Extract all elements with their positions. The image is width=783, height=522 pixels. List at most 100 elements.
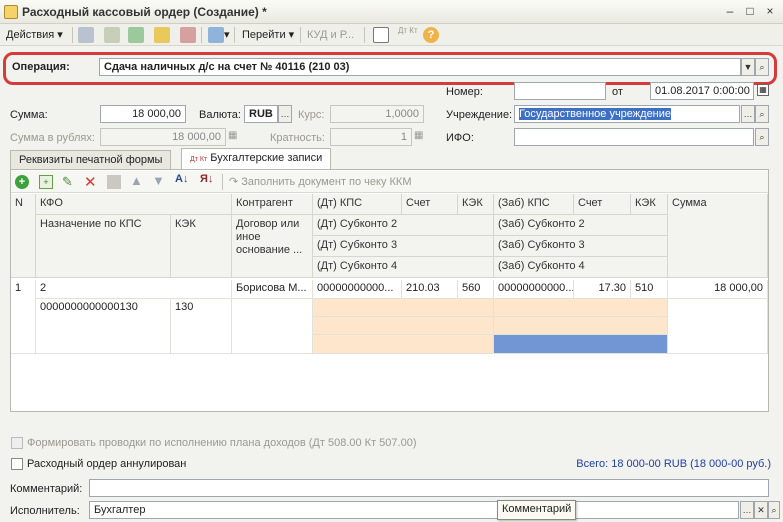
delete-row-icon[interactable]: ✕ (84, 173, 97, 191)
col-header-dt-kek[interactable]: КЭК (458, 194, 494, 215)
cell-kt-sub3[interactable] (494, 317, 668, 335)
currency-select-button[interactable]: … (278, 105, 292, 123)
col-header-kt-kps[interactable]: (Заб) КПС (494, 194, 574, 215)
tab-accounting-entries[interactable]: Дт Кт Бухгалтерские записи (181, 148, 332, 170)
col-header-dt-sub4[interactable]: (Дт) Субконто 4 (313, 257, 494, 278)
col-header-sum[interactable]: Сумма (668, 194, 768, 278)
go-icon[interactable] (208, 27, 224, 43)
chevron-down-icon: ▾ (288, 29, 295, 41)
cell-dt-sub3[interactable] (313, 317, 494, 335)
rate-field[interactable]: 1,0000 (330, 105, 424, 123)
cell-kfo[interactable]: 2 (36, 280, 232, 299)
currency-field[interactable]: RUB (244, 105, 278, 123)
cell-sum-empty[interactable] (668, 299, 768, 354)
edit-row-icon[interactable]: ✎ (62, 174, 73, 190)
help-icon[interactable]: ? (423, 27, 439, 43)
post-icon[interactable] (78, 27, 94, 43)
maximize-button[interactable]: □ (742, 4, 758, 19)
cell-kt-kps[interactable]: 00000000000... (494, 280, 574, 299)
print-icon[interactable] (180, 27, 196, 43)
cell-sum[interactable]: 18 000,00 (668, 280, 768, 299)
number-field[interactable] (514, 82, 606, 100)
cell-purpose[interactable]: 0000000000000130 (36, 299, 171, 354)
cell-dt-sub4[interactable] (313, 335, 494, 354)
col-header-dt-sub2[interactable]: (Дт) Субконто 2 (313, 215, 494, 236)
kud-button[interactable]: КУД и Р... (307, 27, 354, 43)
save-icon[interactable] (154, 27, 170, 43)
dtkt-icon[interactable]: Дт Кт (398, 27, 418, 43)
ifo-search-icon[interactable]: ⌕ (755, 128, 769, 146)
sort-asc-icon[interactable]: A↓ (175, 173, 188, 185)
entries-table[interactable]: N КФО Назначение по КПС КЭК Контрагент Д… (11, 194, 768, 411)
sum-rub-field[interactable]: 18 000,00 (100, 128, 226, 146)
actions-menu[interactable]: Действия ▾ (6, 27, 63, 43)
col-header-dt-account[interactable]: Счет (402, 194, 458, 215)
goto-menu[interactable]: Перейти ▾ (242, 27, 294, 43)
tab-print-details[interactable]: Реквизиты печатной формы (10, 150, 172, 170)
col-header-n[interactable]: N (11, 194, 36, 278)
minimize-button[interactable]: – (722, 4, 738, 19)
cell-contract[interactable] (232, 299, 313, 354)
col-header-kt-sub2[interactable]: (Заб) Субконто 2 (494, 215, 668, 236)
actions-label: Действия (6, 29, 55, 41)
col-header-kfo[interactable]: КФО (36, 194, 232, 215)
col-header-kt-account[interactable]: Счет (574, 194, 631, 215)
cell-kt-kek[interactable]: 510 (631, 280, 668, 299)
multiplicity-field[interactable]: 1 (330, 128, 412, 146)
comment-field[interactable] (89, 479, 769, 497)
chevron-down-icon: ▾ (57, 29, 63, 41)
col-header-kt-sub4[interactable]: (Заб) Субконто 4 (494, 257, 668, 278)
cell-dt-sub2[interactable] (313, 299, 494, 317)
col-header-dt-kps[interactable]: (Дт) КПС (313, 194, 402, 215)
cell-dt-kps[interactable]: 00000000000... (313, 280, 402, 299)
copy-row-icon[interactable]: + (39, 175, 53, 189)
dtkt-icon: Дт Кт (190, 156, 208, 163)
date-field[interactable]: 01.08.2017 0:00:00 (650, 82, 754, 100)
form-entries-checkbox[interactable] (11, 437, 23, 449)
sum-field[interactable]: 18 000,00 (100, 105, 186, 123)
entries-toolbar: + + ✎ ✕ ▲ ▼ A↓ Я↓ ↷ Заполнить документ п… (11, 171, 768, 193)
cell-kt-sub2[interactable] (494, 299, 668, 317)
institution-label: Учреждение: (446, 109, 513, 121)
cell-dt-kek[interactable]: 560 (458, 280, 494, 299)
calendar-icon[interactable]: ▦ (757, 84, 769, 96)
executor-search-icon[interactable]: ⌕ (768, 501, 780, 519)
move-down-icon[interactable]: ▼ (152, 173, 165, 188)
executor-clear-icon[interactable]: ✕ (754, 501, 768, 519)
col-header-contract[interactable]: Договор или иное основание ... (232, 215, 313, 278)
col-header-kek-left[interactable]: КЭК (171, 215, 232, 278)
cell-counterparty[interactable]: Борисова М... (232, 280, 313, 299)
go-dropdown-chevron-icon[interactable]: ▾ (224, 27, 230, 43)
col-header-kt-kek[interactable]: КЭК (631, 194, 668, 215)
close-button[interactable]: × (762, 4, 778, 19)
cell-kt-sub4-selected[interactable] (494, 335, 668, 354)
institution-select-button[interactable]: … (741, 105, 755, 123)
add-row-icon[interactable]: + (15, 175, 29, 189)
cell-kt-account[interactable]: 17.30 (574, 280, 631, 299)
institution-field[interactable]: Государственное учреждение (514, 105, 740, 123)
executor-field[interactable]: Бухгалтер (89, 501, 739, 519)
executor-select-button[interactable]: … (740, 501, 754, 519)
col-header-counterparty[interactable]: Контрагент (232, 194, 313, 215)
report-icon[interactable] (373, 27, 389, 43)
col-header-dt-sub3[interactable]: (Дт) Субконто 3 (313, 236, 494, 257)
col-header-purpose[interactable]: Назначение по КПС (36, 215, 171, 278)
cell-kek-left[interactable]: 130 (171, 299, 232, 354)
cell-dt-account[interactable]: 210.03 (402, 280, 458, 299)
col-header-kt-sub3[interactable]: (Заб) Субконто 3 (494, 236, 668, 257)
cell-n[interactable]: 1 (11, 280, 36, 354)
toolbar-separator (364, 27, 365, 43)
fill-by-receipt-button[interactable]: ↷ Заполнить документ по чеку ККМ (229, 175, 412, 188)
end-edit-icon[interactable] (107, 175, 121, 189)
copy-icon[interactable] (104, 27, 120, 43)
operation-field[interactable]: Сдача наличных д/с на счет № 40116 (210 … (99, 58, 741, 76)
cancelled-checkbox[interactable] (11, 458, 23, 470)
move-up-icon[interactable]: ▲ (130, 173, 143, 188)
operation-search-icon[interactable]: ⌕ (755, 58, 769, 76)
refresh-icon[interactable] (128, 27, 144, 43)
ifo-field[interactable] (514, 128, 754, 146)
institution-search-icon[interactable]: ⌕ (755, 105, 769, 123)
operation-dropdown-chevron-icon[interactable]: ▼ (741, 58, 755, 76)
toolbar-separator (234, 27, 235, 43)
sort-desc-icon[interactable]: Я↓ (200, 173, 213, 185)
